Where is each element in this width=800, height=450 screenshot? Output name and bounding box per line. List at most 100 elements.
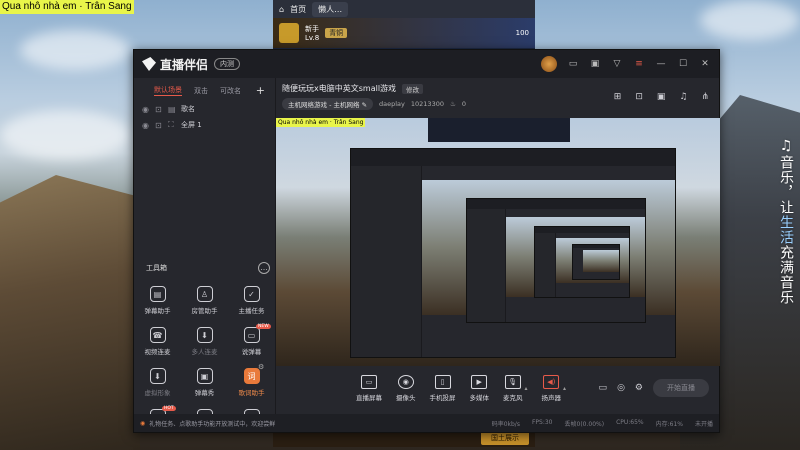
control-item[interactable]: ▭ 直播屏幕 <box>356 374 382 402</box>
share-icon[interactable]: ⋔ <box>701 92 709 102</box>
recursive-controls <box>506 297 645 322</box>
effects-icon[interactable]: ◎ <box>617 383 625 393</box>
titlebar-controls: ▭ ▣ ▽ ≡ — ☐ ✕ <box>541 56 711 72</box>
tool-icon: ▭ <box>243 327 260 343</box>
source-row[interactable]: ◉ ⊡ ⛶ 全屏 1 <box>134 117 275 133</box>
control-label: 直播屏幕 <box>356 393 382 402</box>
bell-icon[interactable]: ♫ <box>679 92 687 102</box>
tool-item[interactable]: ⬇ 虚拟形象 <box>134 368 181 397</box>
tool-item[interactable]: ▣ 弹幕秀 <box>181 368 228 397</box>
background-bottom-button[interactable]: 国土展示 <box>481 431 529 445</box>
minimize-icon[interactable]: — <box>655 59 667 69</box>
control-icon: ▶ <box>471 374 488 389</box>
settings-icon[interactable]: ⚙ <box>635 383 643 393</box>
control-label: 摄像头 <box>396 393 416 402</box>
control-item[interactable]: ▯ 手机投屏 <box>429 374 456 402</box>
player-avatar <box>279 23 299 43</box>
control-item[interactable]: 🎙 麦克风 <box>503 374 523 402</box>
control-label: 扬声器 <box>541 393 562 402</box>
lock-icon[interactable]: ⊡ <box>155 105 163 114</box>
controls-right: ▭ ◎ ⚙ 开始直播 <box>599 379 709 397</box>
fullscreen-source-icon: ⛶ <box>168 120 174 129</box>
background-player-bar: 新手 Lv.8 青铜 100 <box>273 18 535 48</box>
tool-item[interactable]: ▤ 弹幕助手 <box>134 286 181 315</box>
status-notice: 礼物任务、点歌助手功能开放测试中，欢迎尝鲜 <box>149 420 276 428</box>
stream-preview[interactable]: Qua nhô nhà em · Trân Sang <box>276 118 720 366</box>
slogan-part: 充满音乐 <box>778 245 794 305</box>
player-info: 新手 Lv.8 <box>305 24 319 42</box>
status-cpu: CPU:65% <box>616 418 644 426</box>
tool-item[interactable]: ♙ 房管助手 <box>181 286 228 315</box>
record-icon[interactable]: ▣ <box>657 92 666 102</box>
add-scene-icon[interactable]: + <box>256 84 265 97</box>
chevron-up-icon[interactable]: ▴ <box>525 385 528 392</box>
tool-badge: NEW <box>256 324 271 329</box>
status-dropped: 丢帧0(0.00%) <box>564 420 605 428</box>
tool-icon: ⬇ <box>149 368 166 384</box>
scene-layout-icon[interactable]: ⊞ <box>614 92 622 102</box>
control-icon: ▭ <box>361 374 377 389</box>
more-icon[interactable]: … <box>258 262 270 274</box>
camera-record-icon[interactable]: ▭ <box>599 383 608 393</box>
tool-item[interactable]: ⬇ 多人连麦 <box>181 327 228 356</box>
category-label: 主机网络游戏 - 主机网络 <box>288 101 360 109</box>
tool-label: 多人连麦 <box>191 348 218 356</box>
scene-tab-default[interactable]: 默认场景 <box>154 85 182 96</box>
room-tools: ⊞ ⊡ ▣ ♫ ⋔ <box>614 92 709 102</box>
notification-icon[interactable]: ▽ <box>611 59 623 69</box>
chevron-up-icon[interactable]: ▴ <box>563 385 566 392</box>
tool-icon: ⬇ <box>196 327 213 343</box>
status-bar: ◉ 礼物任务、点歌助手功能开放测试中，欢迎尝鲜 码率0kb/s FPS:30 丢… <box>134 414 719 432</box>
eye-icon[interactable]: ◉ <box>142 105 150 114</box>
control-label: 手机投屏 <box>429 393 456 402</box>
tool-item[interactable]: ☎ 视频连麦 <box>134 327 181 356</box>
eye-icon[interactable]: ◉ <box>142 121 150 130</box>
bg-tab-home[interactable]: 首页 <box>290 4 306 15</box>
tool-settings-icon[interactable]: ⚙ <box>258 363 264 371</box>
viewer-count: 0 <box>461 100 466 108</box>
maximize-icon[interactable]: ☐ <box>677 59 689 69</box>
control-icon: ◉ <box>397 374 414 389</box>
recursive-bar <box>573 245 619 248</box>
tool-icon: ▤ <box>149 286 166 302</box>
lock-icon[interactable]: ⊡ <box>155 121 163 130</box>
scene-tab-double[interactable]: 双击 <box>194 86 208 96</box>
version-badge[interactable]: 内测 <box>214 58 241 70</box>
tool-icon: ☎ <box>149 327 166 343</box>
room-title: 随便玩玩x电脑中英文small游戏 <box>282 84 397 93</box>
recursive-preview <box>583 250 619 273</box>
room-meta: 主机网络游戏 - 主机网络 ✎ daeplay 10213300 ♨ 0 <box>282 98 466 110</box>
start-live-button[interactable]: 开始直播 <box>653 379 709 397</box>
app-name: 直播伴侣 <box>160 57 209 72</box>
lock-preview-icon[interactable]: ⊡ <box>635 92 643 102</box>
source-row[interactable]: ◉ ⊡ ▤ 歌名 <box>134 101 275 117</box>
cloud <box>700 0 800 40</box>
category-chip[interactable]: 主机网络游戏 - 主机网络 ✎ <box>282 98 374 110</box>
scene-tab-rename[interactable]: 可改名 <box>220 86 241 96</box>
gift-icon[interactable]: ▣ <box>589 59 601 69</box>
tool-label: 弹幕秀 <box>194 389 215 397</box>
titlebar: 直播伴侣 内测 ▭ ▣ ▽ ≡ — ☐ ✕ <box>134 50 719 78</box>
tool-item[interactable]: 词歌词助手 ⚙ <box>228 363 275 397</box>
control-icon: 🎙 <box>504 374 521 389</box>
tool-label: 歌词助手 <box>238 389 265 397</box>
user-avatar[interactable] <box>541 56 557 72</box>
stream-controls: ▭ 直播屏幕 ◉ 摄像头 ▯ 手机投屏 ▶ 多媒体 🎙 麦克风 ▴ ◀) 扬声器 ▴ ▭ ◎ ⚙ 开始直播 <box>276 366 721 410</box>
close-icon[interactable]: ✕ <box>699 59 711 69</box>
feedback-icon[interactable]: ▭ <box>567 59 579 69</box>
tool-icon: ♙ <box>196 286 213 302</box>
bg-tab-game[interactable]: 懒人… <box>312 1 349 17</box>
tool-icon: ✓ <box>243 286 260 302</box>
tool-item[interactable]: ✓ 主播任务 <box>228 286 275 315</box>
tool-item[interactable]: ▭ 说弹幕 NEW <box>228 324 275 356</box>
edit-title-button[interactable]: 修改 <box>402 83 424 94</box>
player-level: Lv.8 <box>305 34 320 42</box>
cloud <box>20 30 130 70</box>
status-fps: FPS:30 <box>531 418 553 426</box>
menu-icon[interactable]: ≡ <box>633 59 645 69</box>
control-item[interactable]: ◉ 摄像头 <box>396 374 416 402</box>
control-item[interactable]: ◀) 扬声器 <box>541 374 562 402</box>
control-item[interactable]: ▶ 多媒体 <box>470 374 489 402</box>
scene-tabs: 默认场景 双击 可改名 + <box>134 78 275 101</box>
home-icon[interactable]: ⌂ <box>279 5 284 14</box>
